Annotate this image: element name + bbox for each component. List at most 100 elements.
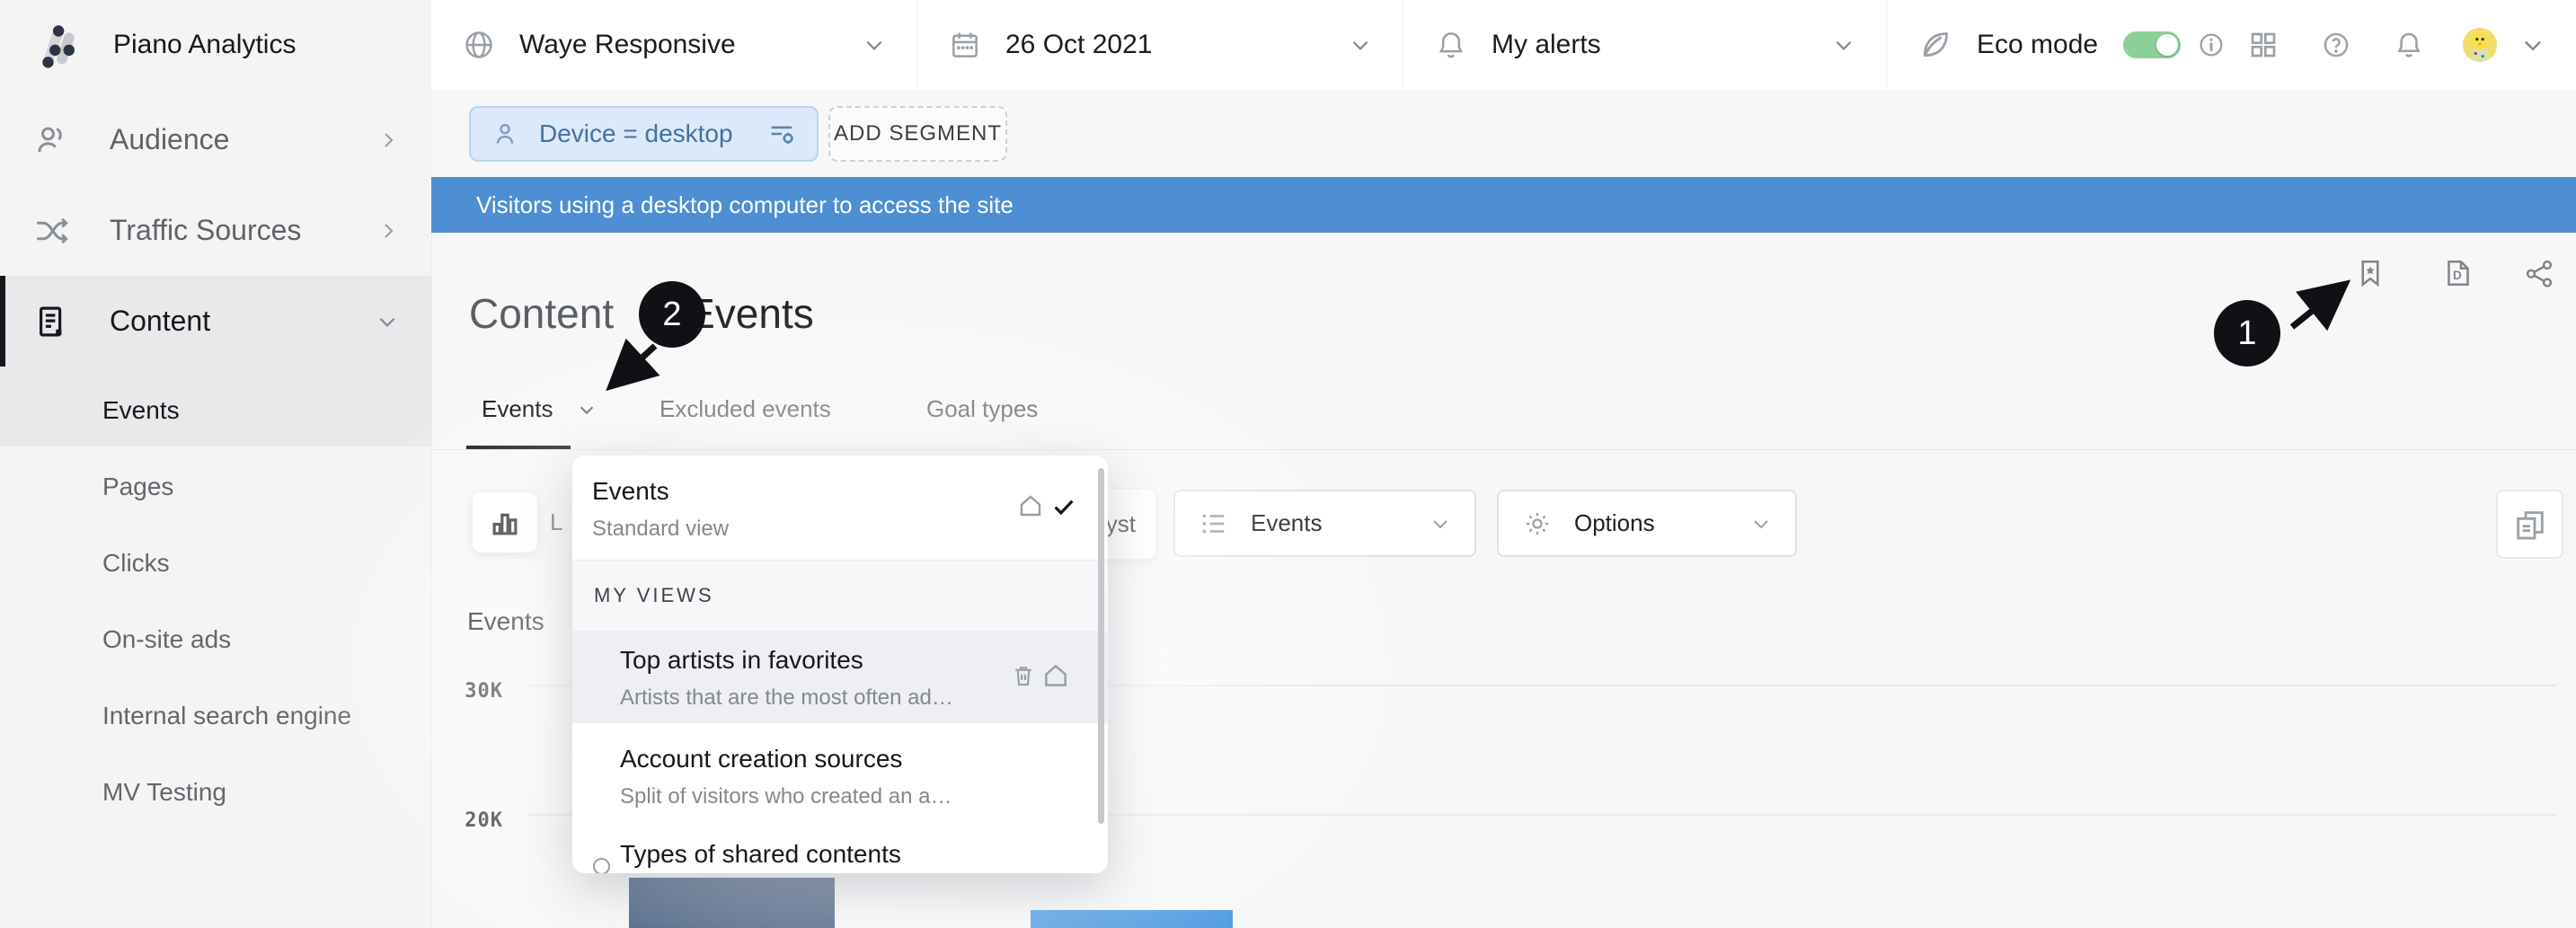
info-icon[interactable] bbox=[2197, 31, 2226, 59]
eco-mode-toggle[interactable] bbox=[2123, 31, 2181, 58]
obscured-label-fragment: L bbox=[550, 508, 562, 536]
gear-icon bbox=[1522, 508, 1553, 539]
sidebar-item-audience[interactable]: Audience bbox=[0, 94, 431, 185]
piano-analytics-logo-icon bbox=[34, 17, 90, 73]
site-selector-label: Waye Responsive bbox=[519, 30, 736, 60]
alerts-selector[interactable]: My alerts bbox=[1403, 0, 1887, 90]
bell-icon bbox=[1434, 28, 1468, 62]
user-avatar[interactable] bbox=[2463, 28, 2497, 62]
view-item-subtitle: Artists that are the most often ad… bbox=[620, 685, 953, 711]
chevron-down-icon bbox=[1832, 33, 1855, 57]
svg-text:D: D bbox=[2453, 269, 2462, 282]
date-range-selector[interactable]: 26 Oct 2021 bbox=[917, 0, 1403, 90]
view-item-title: Account creation sources bbox=[620, 745, 902, 773]
calendar-icon bbox=[948, 28, 982, 62]
add-segment-button[interactable]: ADD SEGMENT bbox=[828, 106, 1007, 162]
annotation-number: 1 bbox=[2237, 314, 2256, 353]
help-icon[interactable] bbox=[2321, 30, 2351, 60]
view-item-subtitle: Split of visitors who created an a… bbox=[620, 784, 952, 809]
tab-label: Events bbox=[482, 395, 553, 423]
chevron-down-icon bbox=[863, 33, 886, 57]
breadcrumb-page: Events bbox=[687, 289, 814, 338]
person-icon bbox=[491, 119, 519, 148]
sidebar-item-label: Content bbox=[110, 305, 336, 338]
options-select[interactable]: Options bbox=[1497, 490, 1797, 557]
view-item-title: Types of shared contents bbox=[620, 840, 901, 869]
trash-icon[interactable] bbox=[1010, 662, 1037, 689]
toggle-knob bbox=[2156, 34, 2178, 56]
chart-type-button[interactable] bbox=[473, 492, 537, 552]
chart-title: Events bbox=[467, 607, 544, 636]
bookmark-star-icon[interactable] bbox=[2354, 257, 2386, 289]
segment-settings-icon[interactable] bbox=[766, 119, 797, 149]
check-icon bbox=[1050, 493, 1077, 520]
sidebar-item-label: Audience bbox=[110, 123, 338, 156]
chevron-down-icon bbox=[1349, 33, 1372, 57]
sidebar-item-label: Traffic Sources bbox=[110, 214, 338, 247]
sidebar: Piano Analytics Audience bbox=[0, 0, 432, 928]
tab-label: Excluded events bbox=[659, 395, 831, 423]
header-right-cluster: Eco mode bbox=[1887, 0, 2576, 90]
app-title: Piano Analytics bbox=[113, 30, 296, 60]
share-icon[interactable] bbox=[2523, 257, 2555, 289]
alerts-label: My alerts bbox=[1492, 30, 1601, 60]
brand: Piano Analytics bbox=[34, 0, 296, 90]
sidebar-subitem-onsite-ads[interactable]: On-site ads bbox=[102, 625, 231, 654]
report-doc-icon[interactable]: D bbox=[2442, 257, 2474, 289]
chevron-down-icon bbox=[376, 310, 399, 333]
views-dropdown-menu: Events Standard view MY VIEWS Top artist… bbox=[572, 455, 1108, 873]
chart-bar bbox=[629, 878, 835, 928]
copy-pages-icon bbox=[2512, 507, 2548, 543]
top-header: Waye Responsive 26 Oct 2021 bbox=[431, 0, 2576, 91]
breadcrumb-section: Content bbox=[469, 289, 614, 338]
site-selector[interactable]: Waye Responsive bbox=[431, 0, 917, 90]
home-icon[interactable] bbox=[1040, 660, 1071, 691]
sidebar-subitem-events[interactable]: Events bbox=[102, 396, 180, 425]
segment-description-banner: Visitors using a desktop computer to acc… bbox=[431, 177, 2576, 233]
chevron-right-icon bbox=[377, 220, 399, 242]
dimension-select[interactable]: Events bbox=[1173, 490, 1476, 557]
dimension-select-value: Events bbox=[1251, 509, 1323, 537]
my-views-section-label: MY VIEWS bbox=[572, 561, 1108, 631]
annotation-number: 2 bbox=[662, 296, 681, 334]
sidebar-item-content[interactable]: Content bbox=[0, 276, 431, 367]
chart-bar bbox=[1031, 910, 1233, 928]
notifications-bell-icon[interactable] bbox=[2393, 29, 2425, 61]
dropdown-scrollbar[interactable] bbox=[1098, 468, 1104, 824]
sidebar-subitem-internal-search[interactable]: Internal search engine bbox=[102, 702, 351, 730]
duplicate-view-button[interactable] bbox=[2496, 490, 2563, 559]
options-select-value: Options bbox=[1574, 509, 1655, 537]
sidebar-item-traffic-sources[interactable]: Traffic Sources bbox=[0, 185, 431, 276]
sidebar-subitem-mv-testing[interactable]: MV Testing bbox=[102, 778, 226, 807]
current-view-title[interactable]: Events bbox=[592, 477, 669, 506]
tab-goal-types[interactable]: Goal types bbox=[926, 395, 1038, 423]
document-icon bbox=[32, 303, 70, 340]
view-item-title: Top artists in favorites bbox=[620, 646, 863, 675]
annotation-circle-1: 1 bbox=[2214, 300, 2280, 367]
audience-icon bbox=[32, 121, 70, 159]
eco-mode-label: Eco mode bbox=[1977, 30, 2098, 60]
chevron-right-icon bbox=[377, 129, 399, 151]
radio-circle-icon bbox=[593, 858, 610, 873]
list-icon bbox=[1199, 508, 1229, 539]
chevron-down-icon[interactable] bbox=[577, 400, 597, 420]
globe-icon bbox=[462, 28, 496, 62]
sidebar-subitem-pages[interactable]: Pages bbox=[102, 473, 173, 501]
bar-chart-icon bbox=[488, 506, 522, 540]
segment-chip-label: Device = desktop bbox=[539, 119, 747, 148]
home-icon[interactable] bbox=[1016, 491, 1045, 520]
current-view-subtitle: Standard view bbox=[592, 517, 729, 542]
chevron-down-icon bbox=[1430, 513, 1451, 535]
leaf-icon bbox=[1917, 27, 1953, 63]
tabs-divider bbox=[431, 449, 2576, 450]
tab-excluded-events[interactable]: Excluded events bbox=[659, 395, 831, 423]
tab-events[interactable]: Events bbox=[482, 395, 597, 423]
sidebar-subitem-clicks[interactable]: Clicks bbox=[102, 549, 170, 578]
tab-label: Goal types bbox=[926, 395, 1038, 423]
y-tick-label: 30K bbox=[444, 679, 503, 704]
segment-chip-device-desktop[interactable]: Device = desktop bbox=[469, 106, 819, 162]
y-tick-label: 20K bbox=[444, 809, 503, 834]
chevron-down-icon[interactable] bbox=[2520, 32, 2545, 57]
segment-bar: Device = desktop ADD SEGMENT bbox=[431, 90, 2576, 177]
apps-grid-icon[interactable] bbox=[2247, 29, 2279, 61]
